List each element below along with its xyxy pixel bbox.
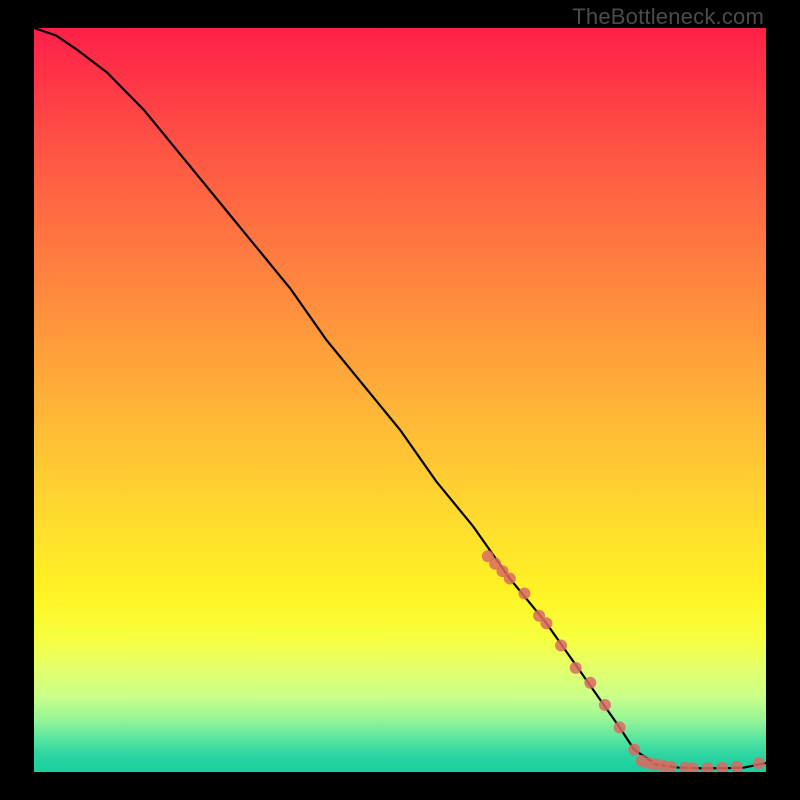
marker-dot xyxy=(504,573,516,585)
marker-dot xyxy=(614,721,626,733)
watermark-text: TheBottleneck.com xyxy=(572,4,764,30)
plot-area xyxy=(34,28,766,772)
marker-dot xyxy=(628,744,640,756)
marker-group xyxy=(482,550,765,772)
chart-svg xyxy=(34,28,766,772)
marker-dot xyxy=(731,761,743,772)
marker-dot xyxy=(599,699,611,711)
marker-dot xyxy=(518,587,530,599)
marker-dot xyxy=(701,762,713,772)
marker-dot xyxy=(540,617,552,629)
marker-dot xyxy=(570,662,582,674)
marker-dot xyxy=(555,640,567,652)
chart-frame: TheBottleneck.com xyxy=(0,0,800,800)
curve-line xyxy=(34,28,766,768)
marker-dot xyxy=(753,757,765,769)
marker-dot xyxy=(716,762,728,772)
marker-dot xyxy=(584,677,596,689)
